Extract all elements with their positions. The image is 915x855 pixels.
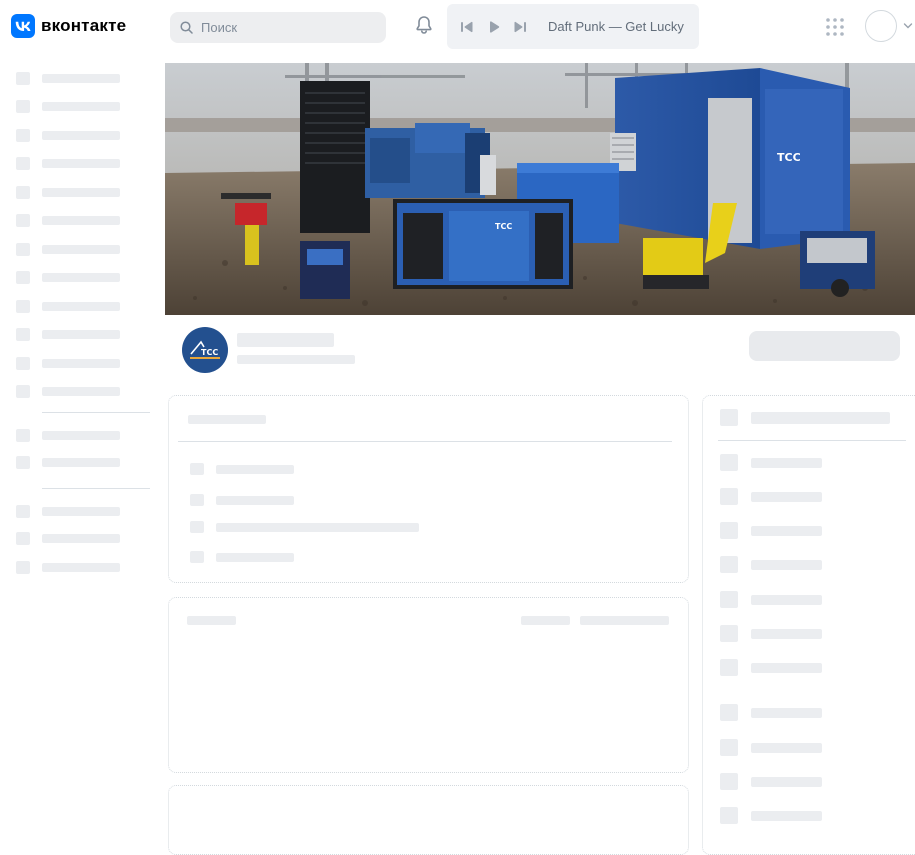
group-cover-image: ТСС ТСС [165,63,915,315]
sidebar-divider [42,412,150,413]
info-row [216,523,419,532]
sidebar-divider [42,488,150,489]
sidebar-item-icon[interactable] [16,385,30,398]
info-row-icon [190,494,204,506]
play-icon[interactable] [487,20,501,34]
sidebar-item[interactable] [42,273,120,282]
card-title-placeholder [188,415,266,424]
search-icon [180,21,193,34]
subscribe-button[interactable] [749,331,900,361]
search-placeholder: Поиск [201,20,238,35]
right-menu-item-icon[interactable] [720,625,738,642]
skip-next-icon[interactable] [513,20,527,34]
right-menu-item-icon[interactable] [720,556,738,573]
info-row-icon [190,463,204,475]
card-link-placeholder[interactable] [521,616,570,625]
sidebar-item-icon[interactable] [16,100,30,113]
sidebar-item-icon[interactable] [16,214,30,227]
right-menu-item[interactable] [751,811,822,821]
right-menu-header-icon [720,409,738,426]
group-logo-text: TCC [201,348,218,357]
right-menu-item[interactable] [751,492,822,502]
sidebar-item[interactable] [42,74,120,83]
sidebar-item-icon[interactable] [16,532,30,545]
sidebar-item-icon[interactable] [16,328,30,341]
audio-player[interactable]: Daft Punk — Get Lucky [447,4,699,49]
right-menu-item[interactable] [751,560,822,570]
skip-previous-icon[interactable] [460,20,474,34]
right-menu-header [751,412,890,424]
right-menu-item[interactable] [751,708,822,718]
sidebar-item[interactable] [42,216,120,225]
sidebar-item-icon[interactable] [16,243,30,256]
right-menu-divider [718,440,906,441]
sidebar-item[interactable] [42,302,120,311]
right-menu-item-icon[interactable] [720,591,738,608]
sidebar-item[interactable] [42,131,120,140]
right-menu-item-icon[interactable] [720,659,738,676]
sidebar-item[interactable] [42,330,120,339]
sidebar-item[interactable] [42,458,120,467]
sidebar-item[interactable] [42,507,120,516]
right-menu-item[interactable] [751,595,822,605]
sidebar-item-icon[interactable] [16,300,30,313]
svg-text:ТСС: ТСС [495,222,512,231]
right-menu-item[interactable] [751,629,822,639]
sidebar-item[interactable] [42,188,120,197]
search-input[interactable]: Поиск [170,12,386,43]
right-menu-item-icon[interactable] [720,807,738,824]
info-row-icon [190,521,204,533]
card-title-placeholder [187,616,236,625]
group-status-placeholder [237,355,355,364]
wall-card [168,785,689,855]
info-row [216,496,294,505]
right-menu-item[interactable] [751,743,822,753]
sidebar-item[interactable] [42,534,120,543]
sidebar-item[interactable] [42,387,120,396]
bell-icon[interactable] [413,14,435,36]
card-link-placeholder[interactable] [580,616,669,625]
player-track-title[interactable]: Daft Punk — Get Lucky [548,19,684,34]
group-avatar[interactable]: TCC [179,324,231,376]
sidebar-item[interactable] [42,359,120,368]
sidebar-item-icon[interactable] [16,129,30,142]
sidebar-item[interactable] [42,159,120,168]
sidebar-item-icon[interactable] [16,157,30,170]
right-menu-item-icon[interactable] [720,488,738,505]
sidebar-item[interactable] [42,245,120,254]
grid-icon[interactable] [826,18,844,36]
svg-text:ТСС: ТСС [777,151,801,164]
sidebar-item[interactable] [42,431,120,440]
avatar-icon[interactable] [865,10,897,42]
vk-logo-text[interactable]: вконтакте [41,15,126,37]
right-menu-item[interactable] [751,458,822,468]
right-menu-item[interactable] [751,663,822,673]
right-menu-item[interactable] [751,777,822,787]
group-name-placeholder [237,333,334,347]
sidebar-item-icon[interactable] [16,357,30,370]
info-row [216,465,294,474]
vk-logo-icon[interactable] [11,14,35,38]
sidebar-item-icon[interactable] [16,271,30,284]
sidebar-item[interactable] [42,563,120,572]
sidebar-item-icon[interactable] [16,72,30,85]
sidebar-item[interactable] [42,102,120,111]
right-menu-item-icon[interactable] [720,739,738,756]
info-row-icon [190,551,204,563]
sidebar-item-icon[interactable] [16,429,30,442]
right-menu-item-icon[interactable] [720,773,738,790]
right-menu-item-icon[interactable] [720,454,738,471]
sidebar-item-icon[interactable] [16,561,30,574]
chevron-down-icon[interactable] [903,22,913,30]
info-row [216,553,294,562]
sidebar-item-icon[interactable] [16,456,30,469]
right-menu-item-icon[interactable] [720,704,738,721]
right-menu-item-icon[interactable] [720,522,738,539]
card-divider [178,441,672,442]
right-menu-item[interactable] [751,526,822,536]
sidebar-item-icon[interactable] [16,505,30,518]
sidebar-item-icon[interactable] [16,186,30,199]
